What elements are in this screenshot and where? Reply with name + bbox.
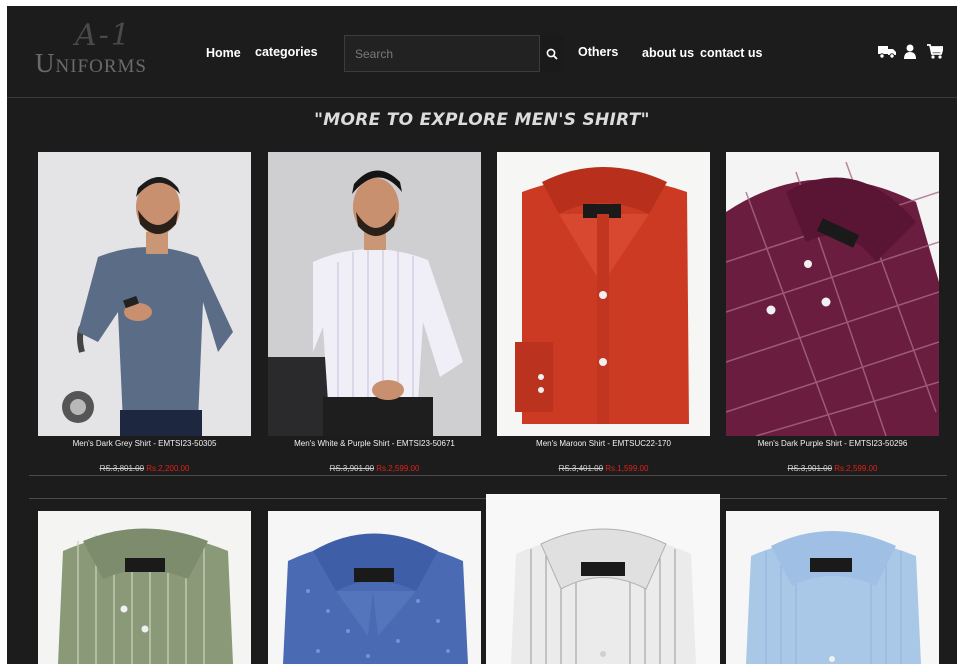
product-image[interactable] <box>726 152 939 436</box>
nav-about[interactable]: about us <box>642 46 694 60</box>
search-icon <box>546 48 558 60</box>
user-icon[interactable] <box>904 44 916 59</box>
product-image[interactable] <box>268 511 481 664</box>
sale-price: Rs.2,200.00 <box>146 464 190 473</box>
product-image[interactable] <box>726 511 939 664</box>
product-image[interactable] <box>497 152 710 436</box>
product-image[interactable] <box>486 494 720 664</box>
nav-contact[interactable]: contact us <box>700 46 763 60</box>
product-price: RS.3,801.00 Rs.2,200.00 <box>38 464 251 473</box>
nav-others[interactable]: Others <box>578 45 618 59</box>
original-price: RS.3,401.00 <box>558 464 604 473</box>
product-image[interactable] <box>268 152 481 436</box>
product-price: RS.3,901.00 Rs.2,599.00 <box>726 464 939 473</box>
page-frame: A-1 Uniforms Home categories Others abou… <box>7 6 957 664</box>
sale-price: Rs.2,599.00 <box>376 464 420 473</box>
original-price: RS.3,901.00 <box>787 464 833 473</box>
search-input[interactable] <box>344 35 540 72</box>
delivery-truck-icon[interactable] <box>878 44 897 59</box>
original-price: RS.3,801.00 <box>99 464 145 473</box>
product-name[interactable]: Men's White & Purple Shirt - EMTSI23-506… <box>268 439 481 448</box>
site-header: A-1 Uniforms Home categories Others abou… <box>7 6 957 98</box>
logo[interactable]: A-1 Uniforms <box>35 18 185 80</box>
product-name[interactable]: Men's Dark Grey Shirt - EMTSI23-50305 <box>38 439 251 448</box>
sale-price: Rs.1,599.00 <box>605 464 649 473</box>
product-name[interactable]: Men's Dark Purple Shirt - EMTSI23-50296 <box>726 439 939 448</box>
nav-categories[interactable]: categories <box>255 45 318 59</box>
product-price: RS.3,901.00 Rs.2,599.00 <box>268 464 481 473</box>
product-price: RS.3,401.00 Rs.1,599.00 <box>497 464 710 473</box>
original-price: RS.3,901.00 <box>329 464 375 473</box>
search-button[interactable] <box>540 35 564 72</box>
product-name[interactable]: Men's Maroon Shirt - EMTSUC22-170 <box>497 439 710 448</box>
logo-word: Uniforms <box>35 48 147 78</box>
cart-icon[interactable] <box>927 44 943 59</box>
sale-price: Rs.2,599.00 <box>834 464 878 473</box>
section-heading: "MORE TO EXPLORE MEN'S SHIRT" <box>314 110 650 130</box>
product-image[interactable] <box>38 511 251 664</box>
product-image[interactable] <box>38 152 251 436</box>
row-divider <box>29 475 947 476</box>
nav-home[interactable]: Home <box>206 46 241 60</box>
